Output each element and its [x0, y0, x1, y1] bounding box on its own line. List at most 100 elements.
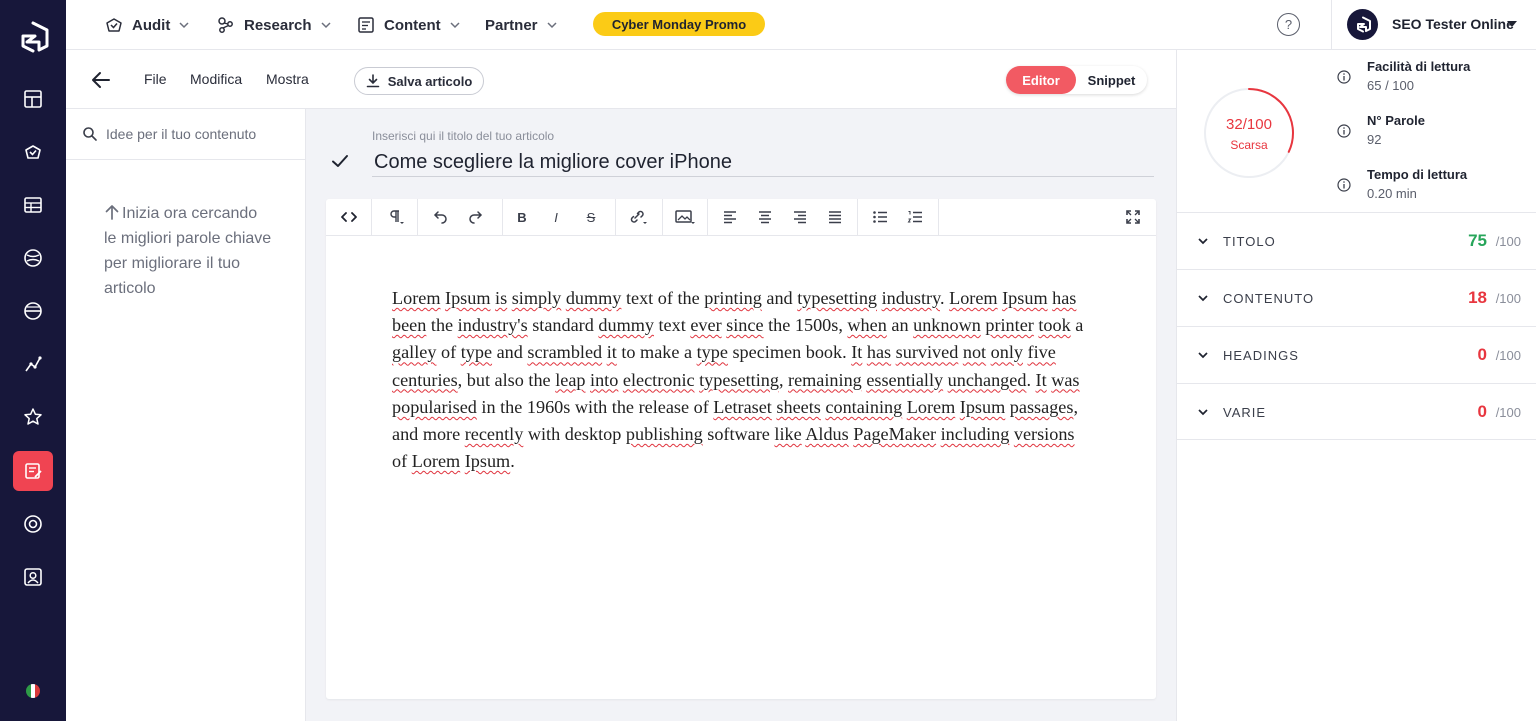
- score-sections: TITOLO 75 /100 CONTENUTO 18 /100 HEADING…: [1177, 212, 1536, 440]
- download-icon: [366, 74, 380, 88]
- numbered-list-icon[interactable]: [898, 199, 932, 235]
- nav-partner[interactable]: Partner: [485, 0, 558, 50]
- section-name: CONTENUTO: [1223, 291, 1315, 306]
- section-contenuto[interactable]: CONTENUTO 18 /100: [1177, 269, 1536, 326]
- keyword-hint-text: Inizia ora cercando le migliori parole c…: [104, 205, 272, 297]
- check-icon: [332, 155, 348, 167]
- audit-icon: [106, 18, 122, 32]
- planet-icon[interactable]: [13, 291, 53, 331]
- dashboard-icon[interactable]: [13, 79, 53, 119]
- section-headings[interactable]: HEADINGS 0 /100: [1177, 326, 1536, 383]
- analytics-icon[interactable]: [13, 344, 53, 384]
- chevron-down-icon: [1198, 295, 1208, 302]
- paragraph-icon[interactable]: [378, 199, 412, 235]
- link-icon[interactable]: [621, 199, 655, 235]
- fullscreen-icon[interactable]: [1116, 199, 1150, 235]
- italian-flag-icon[interactable]: [26, 684, 40, 698]
- toolbar-separator: [662, 199, 663, 235]
- account-caret-icon[interactable]: [1507, 21, 1517, 27]
- editor-area: Inserisci qui il titolo del tuo articolo…: [306, 109, 1176, 721]
- bold-icon[interactable]: B: [505, 199, 539, 235]
- globe-icon[interactable]: [13, 238, 53, 278]
- metric-value: 0.20 min: [1367, 186, 1417, 201]
- chevron-down-icon: [321, 22, 331, 29]
- code-view-icon[interactable]: [332, 199, 366, 235]
- chevron-down-icon: [1198, 409, 1208, 416]
- section-varie[interactable]: VARIE 0 /100: [1177, 383, 1536, 440]
- account-name[interactable]: SEO Tester Online: [1392, 16, 1514, 32]
- toolbar-separator: [707, 199, 708, 235]
- toolbar-separator: [417, 199, 418, 235]
- nav-research-label: Research: [244, 16, 312, 34]
- align-justify-icon[interactable]: [818, 199, 852, 235]
- content-editor-icon[interactable]: [13, 451, 53, 491]
- analysis-panel: 32/100 Scarsa Facilità di lettura 65 / 1…: [1176, 50, 1536, 721]
- mode-toggle: Editor Snippet: [1006, 66, 1147, 94]
- section-name: HEADINGS: [1223, 348, 1299, 363]
- section-max: /100: [1495, 405, 1521, 420]
- section-score: 0: [1477, 345, 1487, 364]
- promo-badge[interactable]: Cyber Monday Promo: [593, 12, 765, 36]
- search-icon: [83, 127, 97, 141]
- nav-content[interactable]: Content: [356, 0, 461, 50]
- mode-editor-button[interactable]: Editor: [1006, 66, 1076, 94]
- score-value: 32/100: [1226, 116, 1272, 133]
- toolbar-separator: [615, 199, 616, 235]
- section-titolo[interactable]: TITOLO 75 /100: [1177, 212, 1536, 269]
- section-score: 0: [1477, 402, 1487, 421]
- undo-icon[interactable]: [423, 199, 457, 235]
- nav-audit[interactable]: Audit: [104, 0, 190, 50]
- top-navbar: Audit Research Content Partner Cyber Mon…: [66, 0, 1536, 50]
- format-toolbar: B I S: [326, 199, 1156, 236]
- keyword-search: [66, 109, 305, 160]
- align-left-icon[interactable]: [713, 199, 747, 235]
- article-title-input[interactable]: Come scegliere la migliore cover iPhone: [372, 147, 1154, 177]
- app-logo-icon[interactable]: [15, 20, 51, 56]
- italic-icon[interactable]: I: [539, 199, 573, 235]
- nav-research[interactable]: Research: [216, 0, 332, 50]
- save-article-button[interactable]: Salva articolo: [354, 67, 484, 95]
- table-icon[interactable]: [13, 185, 53, 225]
- left-rail: [0, 0, 66, 721]
- article-body[interactable]: Lorem Ipsum is simply dummy text of the …: [392, 285, 1092, 475]
- research-icon: [218, 17, 233, 33]
- menu-file[interactable]: File: [144, 71, 167, 87]
- help-icon[interactable]: ?: [1277, 13, 1300, 36]
- chevron-down-icon: [1198, 352, 1208, 359]
- chevron-down-icon: [547, 22, 557, 29]
- toolbar-separator: [857, 199, 858, 235]
- title-label: Inserisci qui il titolo del tuo articolo: [372, 129, 555, 143]
- bullet-list-icon[interactable]: [863, 199, 897, 235]
- section-max: /100: [1495, 291, 1521, 306]
- image-icon[interactable]: [668, 199, 702, 235]
- align-center-icon[interactable]: [748, 199, 782, 235]
- account-divider: [1331, 0, 1332, 49]
- audit-rail-icon[interactable]: [13, 132, 53, 172]
- nav-audit-label: Audit: [132, 16, 171, 34]
- keyword-panel: Inizia ora cercando le migliori parole c…: [66, 109, 306, 721]
- strikethrough-icon[interactable]: S: [574, 199, 608, 235]
- metric-label: Facilità di lettura: [1367, 59, 1471, 74]
- toolbar-separator: [371, 199, 372, 235]
- back-arrow-icon[interactable]: [90, 69, 112, 91]
- info-icon[interactable]: [1337, 124, 1351, 138]
- info-icon[interactable]: [1337, 178, 1351, 192]
- star-icon[interactable]: [13, 397, 53, 437]
- metric-value: 92: [1367, 132, 1382, 147]
- metric-label: N° Parole: [1367, 113, 1425, 128]
- redo-icon[interactable]: [459, 199, 493, 235]
- profile-icon[interactable]: [13, 557, 53, 597]
- mode-snippet-button[interactable]: Snippet: [1076, 66, 1147, 94]
- menu-modifica[interactable]: Modifica: [190, 71, 242, 87]
- section-max: /100: [1495, 348, 1521, 363]
- menu-mostra[interactable]: Mostra: [266, 71, 309, 87]
- keyword-search-input[interactable]: [106, 123, 296, 145]
- toolbar-separator: [938, 199, 939, 235]
- account-avatar[interactable]: [1347, 9, 1378, 40]
- score-label: Scarsa: [1230, 138, 1268, 152]
- info-icon[interactable]: [1337, 70, 1351, 84]
- metric-value: 65 / 100: [1367, 78, 1414, 93]
- align-right-icon[interactable]: [783, 199, 817, 235]
- metric-label: Tempo di lettura: [1367, 167, 1468, 182]
- support-icon[interactable]: [13, 504, 53, 544]
